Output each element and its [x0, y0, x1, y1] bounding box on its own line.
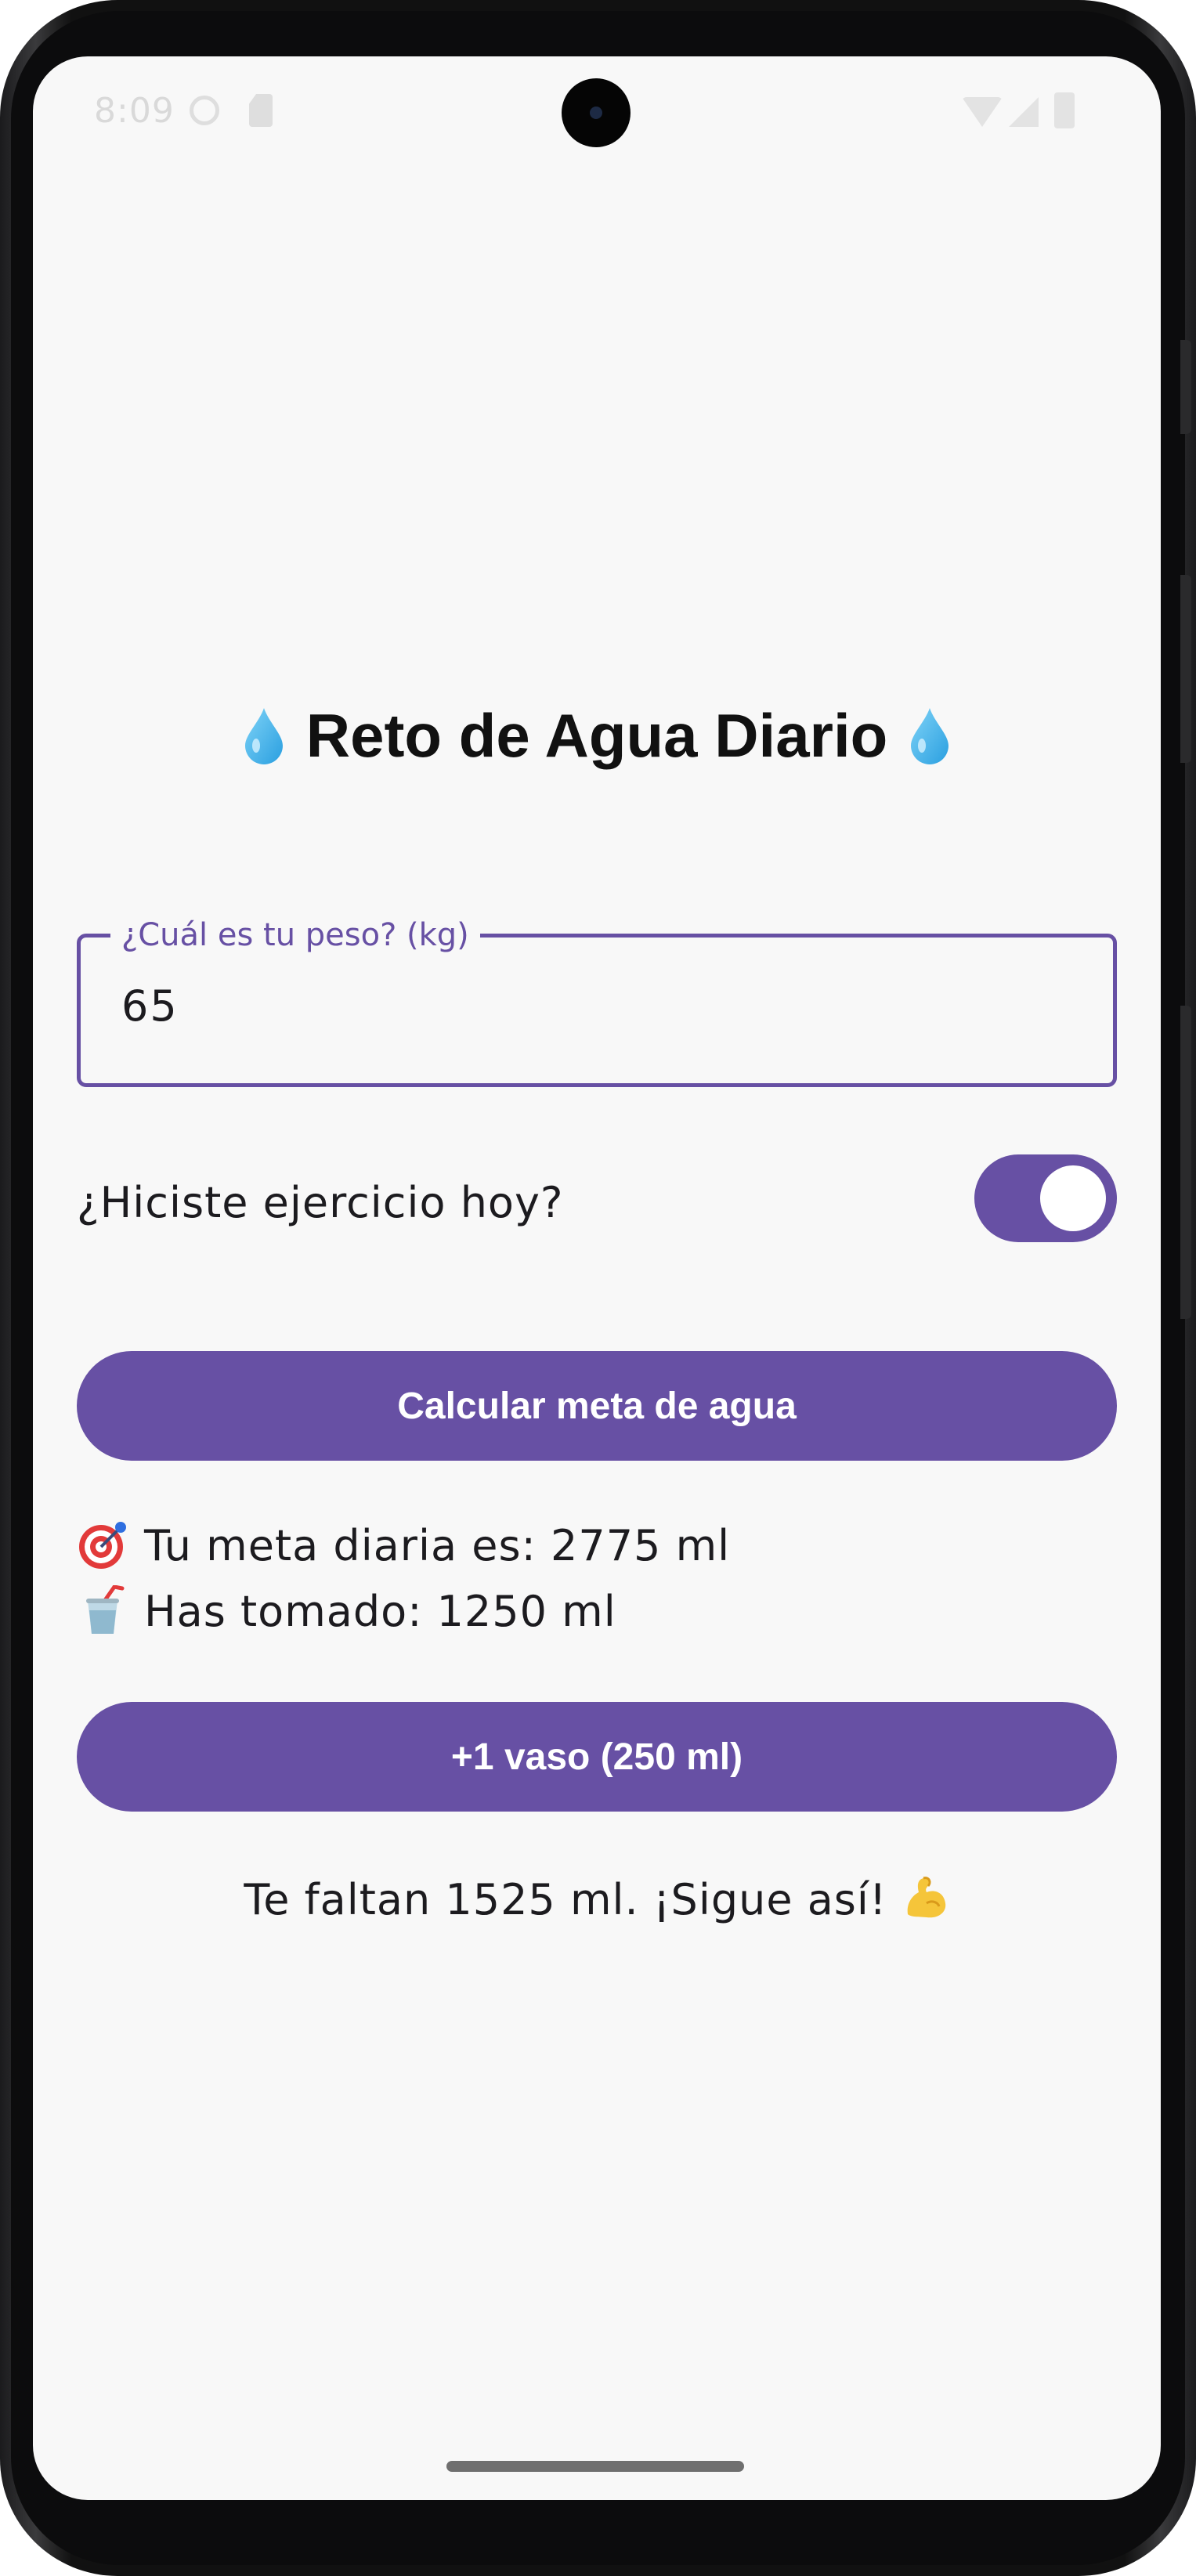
app-screen: 8:09 Reto de Agua Diario ¿Cuál es tu pes… — [33, 56, 1161, 2500]
status-time: 8:09 — [94, 91, 175, 131]
water-drunk-text: Has tomado: 1250 ml — [144, 1586, 616, 1636]
weight-field-label: ¿Cuál es tu peso? (kg) — [110, 914, 480, 956]
remaining-message: Te faltan 1525 ml. ¡Sigue así! — [33, 1872, 1161, 1924]
phone-volume-button — [1180, 1006, 1191, 1319]
exercise-toggle-thumb — [1040, 1165, 1106, 1231]
page-title-text: Reto de Agua Diario — [305, 701, 888, 770]
front-camera — [562, 78, 631, 147]
weight-input[interactable]: 65 — [121, 981, 179, 1031]
cup-with-straw-icon — [77, 1585, 128, 1637]
signal-icon — [1009, 97, 1039, 127]
phone-power-button — [1180, 575, 1191, 763]
daily-goal-text: Tu meta diaria es: 2775 ml — [144, 1520, 731, 1570]
water-drop-icon — [242, 706, 286, 764]
exercise-toggle[interactable] — [974, 1154, 1117, 1242]
water-drop-icon — [908, 706, 952, 764]
exercise-label: ¿Hiciste ejercicio hoy? — [77, 1178, 564, 1227]
weight-field[interactable]: ¿Cuál es tu peso? (kg) 65 — [77, 914, 1117, 1087]
status-bar: 8:09 — [33, 56, 1161, 174]
sim-card-icon — [249, 94, 273, 127]
phone-frame: 8:09 Reto de Agua Diario ¿Cuál es tu pes… — [0, 0, 1196, 2576]
settings-gear-icon — [190, 96, 219, 125]
water-drunk-line: Has tomado: 1250 ml — [77, 1585, 616, 1637]
battery-icon — [1054, 92, 1075, 128]
page-title: Reto de Agua Diario — [33, 700, 1161, 771]
daily-goal-line: Tu meta diaria es: 2775 ml — [77, 1519, 730, 1571]
calculate-goal-button[interactable]: Calcular meta de agua — [77, 1351, 1117, 1461]
wifi-icon — [962, 97, 1003, 127]
home-indicator[interactable] — [446, 2461, 744, 2472]
add-glass-button[interactable]: +1 vaso (250 ml) — [77, 1702, 1117, 1812]
remaining-text: Te faltan 1525 ml. ¡Sigue así! — [244, 1875, 887, 1924]
target-icon — [77, 1519, 128, 1571]
flexed-biceps-icon — [900, 1872, 950, 1922]
phone-action-button — [1180, 340, 1191, 434]
